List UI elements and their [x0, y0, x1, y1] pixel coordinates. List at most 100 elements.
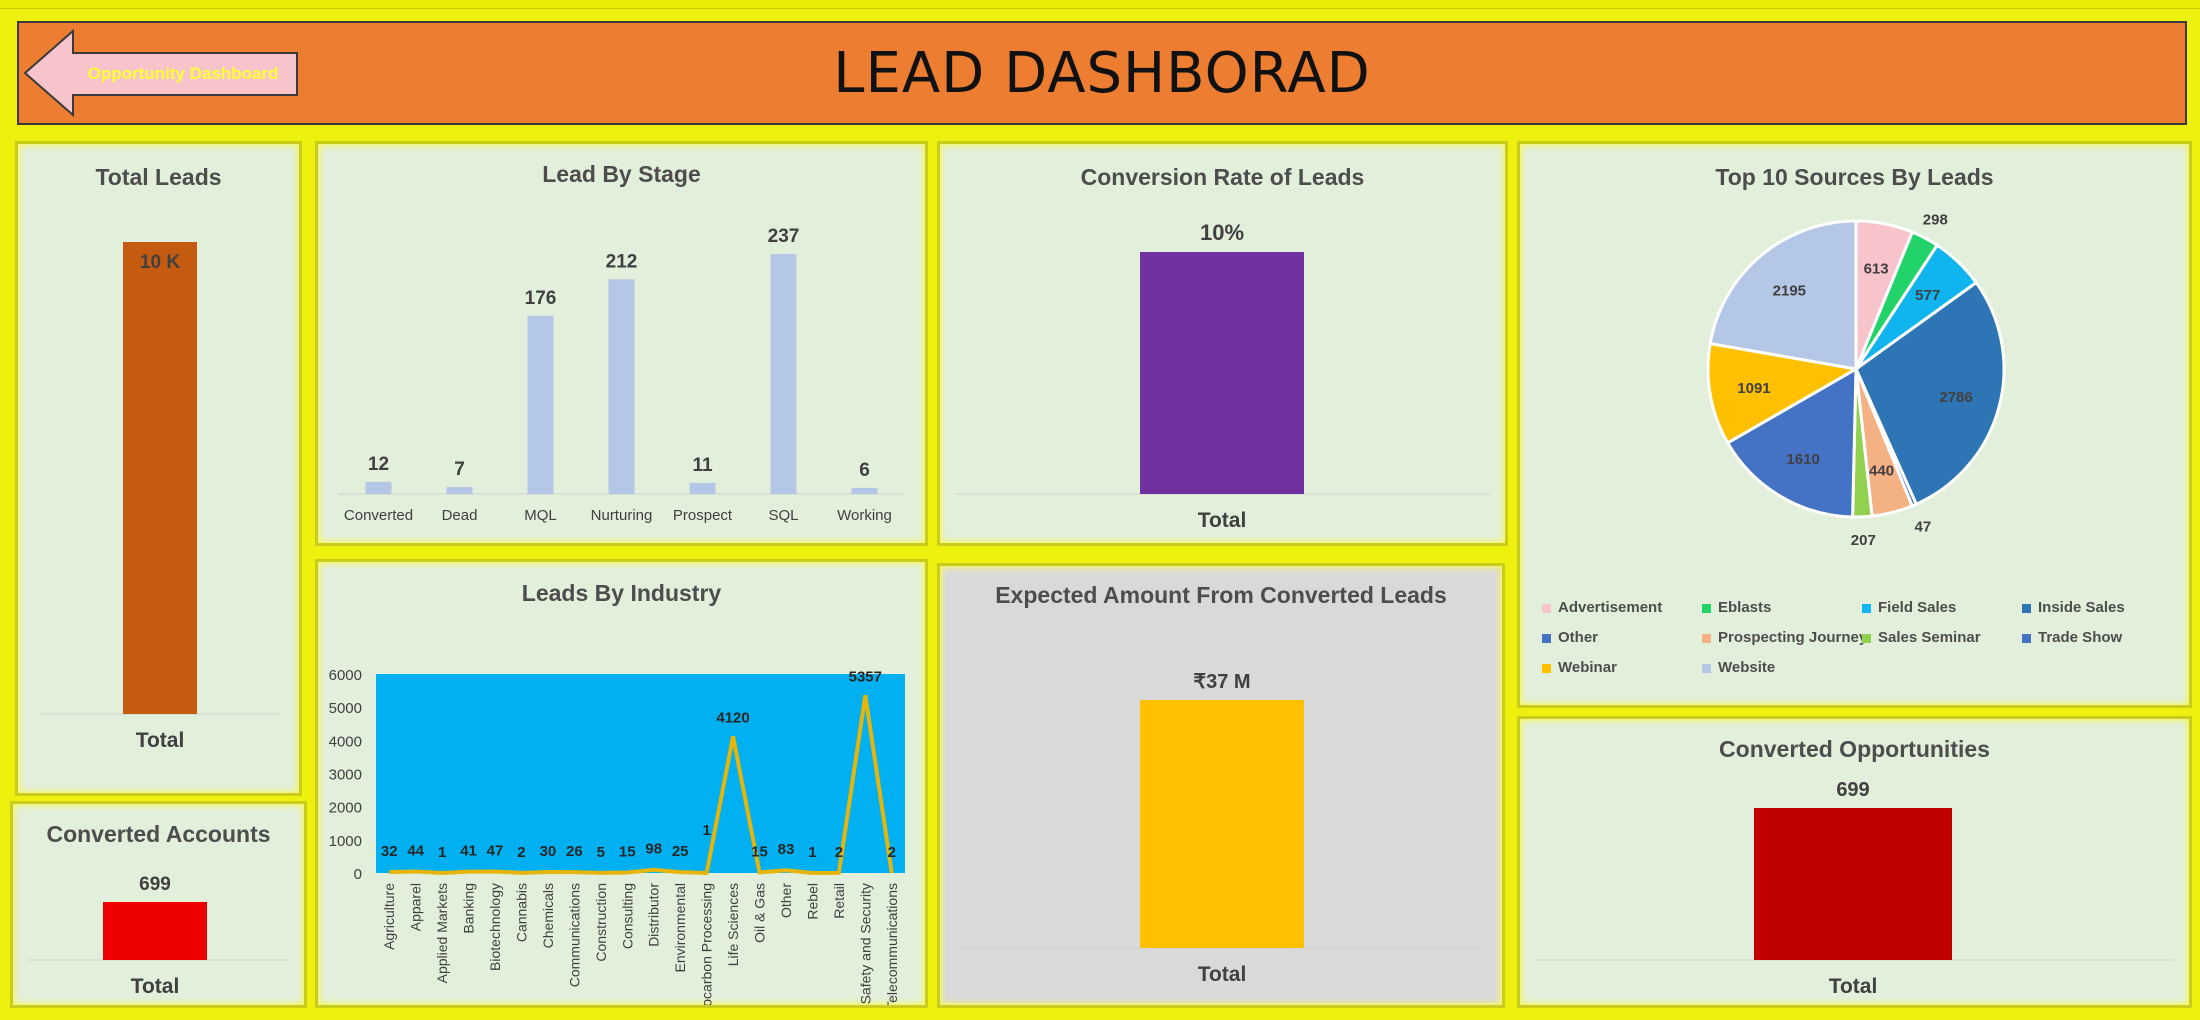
- category-label: Chemicals: [540, 883, 556, 948]
- legend-label: Field Sales: [1878, 599, 1957, 616]
- category-label: Rebel: [804, 883, 820, 920]
- category-label: Safety and Security: [857, 883, 873, 1004]
- category-label: Banking: [461, 883, 477, 934]
- legend-item: Eblasts: [1702, 599, 1771, 616]
- legend-item: Trade Show: [2022, 629, 2122, 646]
- legend-swatch: [2022, 603, 2031, 613]
- bar-nurturing: [608, 279, 635, 494]
- bar-working: [851, 487, 878, 494]
- legend-item: Webinar: [1542, 659, 1617, 676]
- bar-mql: [527, 315, 554, 494]
- data-label: 577: [1915, 287, 1940, 304]
- category-label: Environmental: [672, 883, 688, 973]
- converted-opportunities-chart: 699 Total: [1535, 779, 2174, 998]
- data-label: 10 K: [140, 252, 180, 273]
- data-label: 44: [407, 843, 424, 860]
- y-tick-label: 6000: [329, 667, 362, 684]
- legend-item: Sales Seminar: [1862, 629, 1981, 646]
- category-label: Other: [778, 883, 794, 918]
- data-label: 237: [768, 226, 800, 247]
- leads-by-industry-chart: 0 1000 2000 3000 4000 5000 6000 32 Agriculture 44…: [329, 667, 905, 1005]
- data-label: 30: [540, 843, 557, 860]
- data-label: 298: [1923, 212, 1948, 229]
- data-label: 5: [597, 844, 605, 861]
- category-label: Total: [131, 975, 180, 998]
- data-label: 32: [381, 843, 398, 860]
- data-label: 1610: [1786, 451, 1819, 468]
- y-tick-label: 0: [354, 866, 362, 883]
- legend-swatch: [1542, 603, 1551, 613]
- legend-label: Prospecting Journey: [1718, 629, 1868, 646]
- category-label: MQL: [524, 507, 557, 524]
- data-label: 15: [619, 844, 636, 861]
- category-label: Apparel: [408, 883, 424, 931]
- expected-amount-panel: Expected Amount From Converted Leads ₹37…: [937, 563, 1505, 1008]
- data-label: 47: [1915, 518, 1932, 535]
- conversion-rate-panel: Conversion Rate of Leads 10% Total: [937, 141, 1508, 546]
- top-sources-panel: Top 10 Sources By Leads 613 298 577 2786 47 4…: [1517, 141, 2192, 708]
- bar-total: [1754, 808, 1952, 960]
- data-label: 207: [1851, 532, 1876, 549]
- data-label: 176: [525, 288, 557, 309]
- category-label: Hydrocarbon Processing: [699, 883, 715, 1005]
- legend-swatch: [1702, 603, 1711, 613]
- sheet-gridlines: [0, 0, 2200, 9]
- category-label: Total: [136, 729, 185, 752]
- category-label: Prospect: [673, 507, 733, 524]
- legend-swatch: [1702, 663, 1711, 673]
- data-label: 25: [672, 843, 689, 860]
- legend-swatch: [1542, 633, 1551, 643]
- dashboard-header: Opportunity Dashboard LEAD DASHBORAD: [17, 21, 2187, 125]
- data-label: 699: [1836, 779, 1869, 801]
- category-label: Total: [1198, 509, 1247, 532]
- category-label: SQL: [768, 507, 798, 524]
- plot-area: [376, 674, 905, 873]
- legend-item: Field Sales: [1862, 599, 1956, 616]
- category-label: Construction: [593, 883, 609, 962]
- data-label: 98: [645, 841, 662, 858]
- data-label: 10%: [1200, 220, 1244, 245]
- data-label: 440: [1869, 462, 1894, 479]
- lead-by-stage-chart: 12 Converted 7 Dead 176 MQL 212 Nurturing 11 Pros…: [338, 226, 905, 524]
- legend-label: Website: [1718, 659, 1776, 676]
- data-label: 6: [859, 460, 870, 481]
- category-label: Total: [1198, 963, 1247, 986]
- converted-accounts-panel: Converted Accounts 699 Total: [10, 801, 307, 1008]
- category-label: Consulting: [619, 883, 635, 949]
- data-label: 2195: [1773, 283, 1806, 300]
- leads-by-industry-panel: Leads By Industry 0 1000 2000 3000 4000 5000 6…: [315, 559, 928, 1008]
- category-label: Total: [1829, 975, 1878, 998]
- legend-label: Other: [1558, 629, 1599, 646]
- data-label: 4120: [716, 709, 749, 726]
- legend-label: Advertisement: [1558, 599, 1663, 616]
- data-label: 12: [368, 454, 389, 475]
- category-label: Cannabis: [513, 883, 529, 942]
- converted-accounts-title: Converted Accounts: [46, 821, 271, 847]
- data-label: 613: [1864, 260, 1889, 277]
- bar-total: [103, 902, 207, 960]
- total-leads-chart: 10 K Total: [40, 242, 280, 752]
- category-label: Working: [837, 507, 892, 524]
- data-label: 7: [454, 459, 465, 480]
- data-label: 1: [438, 844, 446, 861]
- data-label: 1091: [1737, 380, 1770, 397]
- conversion-rate-title: Conversion Rate of Leads: [1080, 164, 1365, 190]
- conversion-rate-chart: 10% Total: [955, 220, 1490, 532]
- legend-swatch: [1862, 633, 1871, 643]
- top-sources-chart: 613 298 577 2786 47 440 207 1610 1091 2195: [1706, 212, 2006, 549]
- y-tick-label: 2000: [329, 800, 362, 817]
- bar-converted: [365, 481, 392, 494]
- lead-by-stage-panel: Lead By Stage 12 Converted 7 Dead 176 MQL 212 N…: [315, 141, 928, 546]
- y-tick-label: 5000: [329, 700, 362, 717]
- converted-opportunities-title: Converted Opportunities: [1719, 736, 1990, 762]
- data-label: 2: [835, 844, 843, 861]
- y-tick-label: 3000: [329, 767, 362, 784]
- category-label: Oil & Gas: [752, 883, 768, 943]
- legend-label: Inside Sales: [2038, 599, 2125, 616]
- y-tick-label: 4000: [329, 733, 362, 750]
- data-label: 2: [888, 844, 896, 861]
- data-label: 1: [808, 844, 816, 861]
- category-label: Dead: [442, 507, 478, 524]
- legend-item: Advertisement: [1542, 599, 1662, 616]
- category-label: Distributor: [646, 883, 662, 947]
